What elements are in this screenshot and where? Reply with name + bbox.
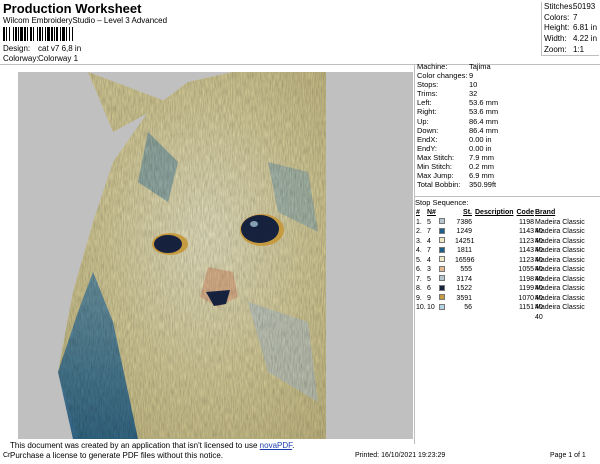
cat-embroidery-image <box>58 72 326 439</box>
table-row: 6. 3 555 1055 Madeira Classic 40 <box>416 265 585 283</box>
color-swatch <box>439 265 445 272</box>
page-number: Page 1 of 1 <box>550 452 586 459</box>
info-row: Machine: Tajima <box>417 62 491 71</box>
color-swatch <box>439 303 445 310</box>
table-row: 8. 6 1522 1199 Madeira Classic 40 <box>416 284 585 302</box>
color-swatch <box>439 256 445 262</box>
machine-info: Machine: Tajima Color changes: 9 Stops: 10 Tri… <box>415 62 600 189</box>
stop-sequence-table: # N# St. Description Code Brand 1. 5 7386 1… <box>416 208 585 321</box>
color-swatch <box>439 246 445 253</box>
design-preview <box>18 72 413 439</box>
info-divider <box>414 196 600 197</box>
printed-date: Printed: 16/10/2021 19:23:29 <box>355 452 446 459</box>
design-value: cat v7 6,8 in <box>38 44 82 53</box>
stat-width: Width: 4.22 in <box>544 34 598 44</box>
table-row: 4. 7 1811 1143 Madeira Classic 40 <box>416 246 585 264</box>
info-row: Max Jump: 6.9 mm <box>417 171 495 181</box>
table-header: # N# St. Description Code Brand <box>416 209 556 216</box>
table-row: 10. 10 56 1151 Madeira Classic 40 <box>416 303 585 321</box>
license-notice: This document was created by an applicat… <box>10 441 295 460</box>
info-row: Stops: 10 <box>417 80 478 90</box>
color-swatch <box>439 227 445 234</box>
stat-zoom: Zoom: 1:1 <box>544 44 585 54</box>
info-row: Color changes: 9 <box>417 71 474 81</box>
color-swatch <box>439 275 445 281</box>
info-row: EndY: 0.00 in <box>417 143 492 153</box>
table-row: 9. 9 3591 1070 Madeira Classic 40 <box>416 294 585 311</box>
stat-stitches: Stitches: 50193 <box>544 2 596 11</box>
table-row: 5. 4 16596 1123 Madeira Classic 40 <box>416 256 585 273</box>
table-row: 2. 7 1249 1143 Madeira Classic 40 <box>416 227 585 245</box>
color-swatch <box>439 294 445 300</box>
info-row: Trims: 32 <box>417 89 478 99</box>
table-row: 3. 4 14251 1123 Madeira Classic 40 <box>416 237 585 254</box>
color-swatch <box>439 284 445 291</box>
colorway-value: Colorway 1 <box>38 54 79 63</box>
info-row: Right: 53.6 mm <box>417 107 499 117</box>
colorway-label: Colorway: <box>3 54 39 63</box>
info-row: Max Stitch: 7.9 mm <box>417 152 495 162</box>
info-row: Total Bobbin: 350.99ft <box>417 180 497 190</box>
color-swatch <box>439 237 445 243</box>
table-row: 7. 5 3174 1198 Madeira Classic 40 <box>416 275 585 292</box>
design-label: Design: <box>3 44 31 53</box>
info-row: EndX: 0.00 in <box>417 134 492 144</box>
barcode <box>3 27 73 41</box>
info-row: Left: 53.6 mm <box>417 98 499 108</box>
novapdf-link[interactable]: novaPDF <box>260 441 292 450</box>
table-row: 1. 5 7386 1198 Madeira Classic 40 <box>416 218 585 235</box>
page-title: Production Worksheet <box>3 1 142 16</box>
software-subtitle: Wilcom EmbroideryStudio – Level 3 Advanc… <box>3 16 168 25</box>
stat-colors: Colors: 7 <box>544 12 578 22</box>
summary-stats: Stitches: 50193 Colors: 7 Height: 6.81 in W… <box>541 2 599 57</box>
info-row: Up: 86.4 mm <box>417 116 499 126</box>
color-swatch <box>439 218 445 224</box>
info-row: Min Stitch: 0.2 mm <box>417 162 495 172</box>
stat-height: Height: 6.81 in <box>544 23 598 33</box>
info-row: Down: 86.4 mm <box>417 125 499 135</box>
stop-sequence-title: Stop Sequence: <box>415 198 469 207</box>
footer-left: Cr <box>3 452 11 459</box>
